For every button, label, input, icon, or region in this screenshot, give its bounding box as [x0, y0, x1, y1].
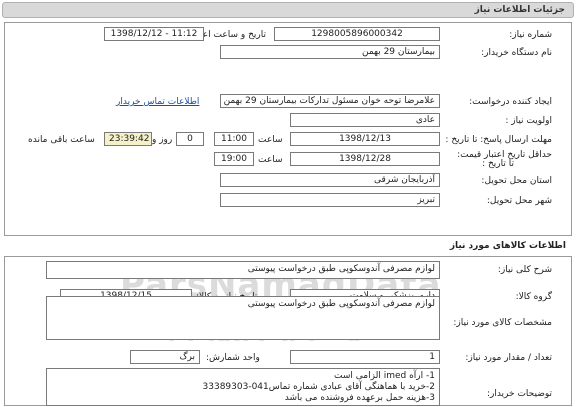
reply-deadline-time-field: 11:00: [214, 132, 254, 146]
request-creator-field: علامرضا توحه خوان مسئول تدارکات بیمارستا…: [220, 94, 440, 108]
remaining-days-label: روز و: [152, 135, 173, 145]
buyer-name-label: نام دستگاه خریدار:: [481, 48, 552, 58]
delivery-province-label: استان محل تحویل:: [481, 176, 552, 186]
page-title: جزئیات اطلاعات نیاز: [474, 5, 565, 15]
unit-field: برگ: [130, 350, 200, 364]
buyer-note-line: 1- ارآه imed الزامی است: [334, 371, 435, 381]
goods-section-header: اطلاعات کالاهای مورد نیاز: [2, 240, 574, 254]
buyer-name-field: بیمارستان 29 بهمن: [220, 45, 440, 59]
buyer-contact-link[interactable]: اطلاعات تماس خریدار: [116, 97, 199, 107]
general-desc-field: لوازم مصرفی آندوسکوپی طبق درخواست پیوستی: [46, 261, 440, 279]
reply-deadline-date-field: 1398/12/13: [290, 132, 440, 146]
quantity-label: تعداد / مقدار مورد نیاز:: [465, 353, 552, 363]
priority-label: اولویت نیاز :: [505, 116, 552, 126]
remaining-time-field: 23:39:42: [104, 132, 152, 146]
reply-deadline-label: مهلت ارسال پاسخ: تا تاریخ :: [445, 135, 552, 145]
specs-label: مشخصات کالای مورد نیاز:: [453, 318, 552, 328]
priority-field: عادی: [290, 113, 440, 127]
delivery-city-label: شهر محل تحویل:: [486, 196, 552, 206]
remaining-time-label: ساعت باقی مانده: [28, 135, 95, 145]
general-desc-label: شرح کلی نیاز:: [497, 265, 552, 275]
request-creator-label: ایجاد کننده درخواست:: [469, 97, 552, 107]
buyer-notes-label: توضیحات خریدار:: [486, 389, 552, 399]
unit-label: واحد شمارش:: [206, 353, 260, 363]
price-validity-time-label: ساعت: [258, 155, 283, 165]
price-validity-date-label: تا تاریخ :: [482, 159, 514, 169]
price-validity-time-field: 19:00: [214, 152, 254, 166]
quantity-field: 1: [290, 350, 440, 364]
delivery-province-field: آذربایجان شرقی: [220, 173, 440, 187]
buyer-notes-field: 1- ارآه imed الزامی است 2-خرید با هماهنگ…: [46, 368, 440, 406]
buyer-note-line: 2-خرید با هماهنگی آقای عبادی شماره تماس0…: [202, 382, 435, 392]
need-number-field: 1298005896000342: [274, 27, 440, 41]
page-header: جزئیات اطلاعات نیاز: [2, 2, 574, 18]
announce-date-field: 1398/12/12 - 11:12: [104, 27, 204, 41]
need-number-label: شماره نیاز:: [509, 30, 552, 40]
specs-field: لوازم مصرفی آندوسکوپی طبق درخواست پیوستی: [46, 296, 440, 340]
buyer-note-line: 3-هزینه حمل برعهده فروشنده می باشد: [284, 393, 435, 403]
delivery-city-field: تبریز: [220, 193, 440, 207]
goods-group-label: گروه کالا:: [515, 292, 552, 302]
goods-section-title: اطلاعات کالاهای مورد نیاز: [449, 241, 566, 251]
remaining-days-field: 0: [176, 132, 204, 146]
reply-deadline-time-label: ساعت: [258, 135, 283, 145]
price-validity-date-field: 1398/12/28: [290, 152, 440, 166]
